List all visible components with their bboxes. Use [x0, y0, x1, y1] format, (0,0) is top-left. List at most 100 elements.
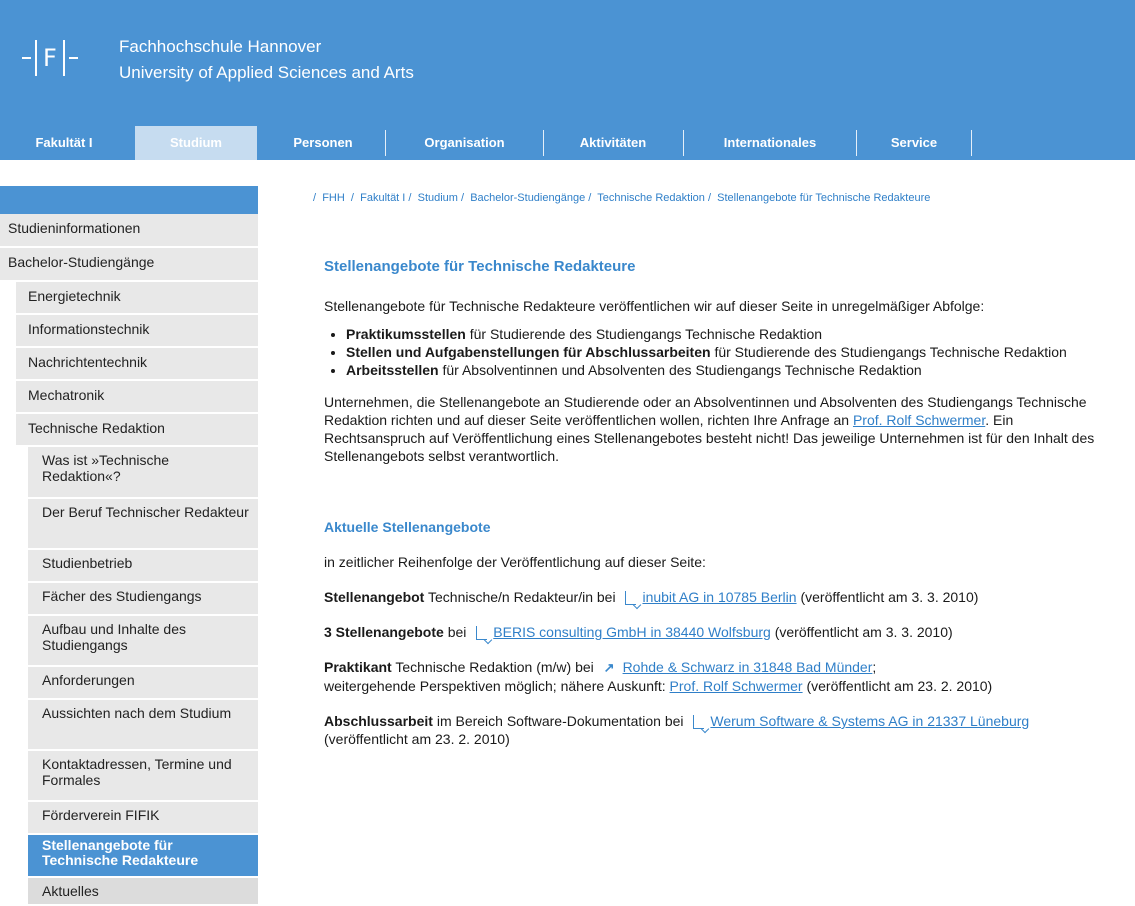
sidebar-item-label: Nachrichtentechnik	[28, 354, 148, 370]
sidebar-item-bachelor[interactable]: Bachelor-Studiengänge	[0, 248, 258, 282]
sidebar-item-label: Aktuelles	[42, 883, 99, 899]
sidebar-item-beruf[interactable]: Der Beruf Technischer Redakteur	[28, 499, 258, 550]
sidebar-item-aktuelles[interactable]: Aktuelles	[28, 878, 258, 906]
offer-extra-text: weitergehende Perspektiven möglich; nähe…	[324, 678, 670, 694]
sidebar-item-label: Technische Redaktion	[28, 420, 165, 436]
nav-tab-personen[interactable]: Personen	[262, 126, 384, 160]
list-item-text: für Studierende des Studiengangs Technis…	[710, 344, 1067, 360]
sidebar-item-foerderverein[interactable]: Förderverein FIFIK	[28, 802, 258, 835]
nav-tab-studium[interactable]: Studium	[135, 126, 257, 160]
breadcrumb-bachelor[interactable]: Bachelor-Studiengänge	[470, 192, 585, 204]
breadcrumb-separator: /	[408, 192, 412, 204]
nav-tab-aktivitaeten[interactable]: Aktivitäten	[544, 126, 682, 160]
offer-item: Abschlussarbeit im Bereich Software-Doku…	[324, 712, 1114, 748]
current-offers-heading: Aktuelle Stellenangebote	[324, 519, 491, 535]
notice-paragraph: Unternehmen, die Stellenangebote an Stud…	[324, 393, 1114, 465]
breadcrumb-fakultaet[interactable]: Fakultät I	[360, 192, 405, 204]
sidebar-item-label: Der Beruf Technischer Redakteur	[42, 504, 249, 520]
breadcrumb-fhh[interactable]: FHH	[322, 192, 345, 204]
sidebar-item-faecher[interactable]: Fächer des Studiengangs	[28, 583, 258, 616]
sidebar-item-label: Stellenangebote für Technische Redakteur…	[42, 837, 199, 868]
sidebar-item-anforderungen[interactable]: Anforderungen	[28, 667, 258, 700]
list-item: Arbeitsstellen für Absolventinnen und Ab…	[346, 361, 1114, 379]
sidebar-item-studieninformationen[interactable]: Studieninformationen	[0, 214, 258, 248]
main-navigation: Fakultät I Studium Personen Organisation…	[0, 126, 1135, 160]
site-header: F Fachhochschule Hannover University of …	[0, 0, 1135, 160]
sidebar-item-technische-redaktion[interactable]: Technische Redaktion	[16, 414, 258, 447]
offer-text: Technische Redaktion (m/w) bei	[391, 659, 598, 675]
list-item-bold: Arbeitsstellen	[346, 362, 439, 378]
offer-date: (veröffentlicht am 23. 2. 2010)	[802, 678, 993, 694]
sidebar-item-label: Förderverein FIFIK	[42, 807, 160, 823]
nav-tab-service[interactable]: Service	[857, 126, 971, 160]
sidebar-item-nachrichtentechnik[interactable]: Nachrichtentechnik	[16, 348, 258, 381]
sidebar-item-label: Mechatronik	[28, 387, 105, 403]
nav-tab-fakultaet[interactable]: Fakultät I	[0, 126, 128, 160]
sidebar-item-studienbetrieb[interactable]: Studienbetrieb	[28, 550, 258, 583]
sidebar-item-stellenangebote[interactable]: Stellenangebote für Technische Redakteur…	[28, 835, 258, 878]
sidebar-item-energietechnik[interactable]: Energietechnik	[16, 282, 258, 315]
breadcrumb-separator: /	[707, 192, 711, 204]
contact-link[interactable]: Prof. Rolf Schwermer	[853, 412, 985, 428]
offer-link[interactable]: inubit AG in 10785 Berlin	[642, 589, 796, 605]
sidebar-item-informationstechnik[interactable]: Informationstechnik	[16, 315, 258, 348]
offer-text: bei	[443, 624, 471, 640]
breadcrumb-separator: /	[588, 192, 592, 204]
offer-link[interactable]: Rohde & Schwarz in 31848 Bad Münder	[623, 659, 873, 675]
sidebar-item-label: Bachelor-Studiengänge	[8, 254, 155, 270]
breadcrumb-separator: /	[461, 192, 465, 204]
sidebar-item-mechatronik[interactable]: Mechatronik	[16, 381, 258, 414]
sidebar-item-label: Energietechnik	[28, 288, 121, 304]
list-item-bold: Praktikumsstellen	[346, 326, 466, 342]
breadcrumb-studium[interactable]: Studium	[418, 192, 458, 204]
offer-date: (veröffentlicht am 23. 2. 2010)	[324, 731, 510, 747]
offer-type: Stellenangebot	[324, 589, 425, 605]
list-item-text: für Studierende des Studiengangs Technis…	[465, 326, 823, 342]
breadcrumb-technische-redaktion[interactable]: Technische Redaktion	[597, 192, 705, 204]
breadcrumb-current[interactable]: Stellenangebote für Technische Redakteur…	[717, 192, 930, 204]
offer-link[interactable]: BERIS consulting GmbH in 38440 Wolfsburg	[493, 624, 771, 640]
offer-date: (veröffentlicht am 3. 3. 2010)	[796, 589, 979, 605]
offer-item: Stellenangebot Technische/n Redakteur/in…	[324, 588, 1114, 606]
sidebar-item-aufbau[interactable]: Aufbau und Inhalte des Studiengangs	[28, 616, 258, 667]
document-icon	[693, 715, 705, 729]
sidebar-item-label: Studieninformationen	[8, 220, 141, 236]
nav-tab-organisation[interactable]: Organisation	[386, 126, 543, 160]
main-content: Stellenangebote für Technische Redakteur…	[324, 258, 1114, 748]
sidebar-item-label: Aussichten nach dem Studium	[42, 705, 232, 721]
logo-letter: F	[43, 44, 57, 72]
offer-types-list: Praktikumsstellen für Studierende des St…	[324, 325, 1114, 379]
list-item: Praktikumsstellen für Studierende des St…	[346, 325, 1114, 343]
list-item-text: für Absolventinnen und Absolventen des S…	[438, 362, 922, 378]
sidebar-item-label: Aufbau und Inhalte des Studiengangs	[42, 621, 187, 653]
logo-dash-left	[22, 57, 31, 59]
fhh-logo[interactable]: F	[22, 40, 78, 76]
sidebar-item-label: Was ist »Technische Redaktion«?	[42, 452, 170, 484]
offer-type: Praktikant	[324, 659, 392, 675]
offer-link[interactable]: Werum Software & Systems AG in 21337 Lün…	[710, 713, 1029, 729]
nav-tab-internationales[interactable]: Internationales	[684, 126, 856, 160]
current-offers-intro: in zeitlicher Reihenfolge der Veröffentl…	[324, 554, 706, 570]
logo-bar-right	[62, 40, 65, 76]
sidebar-item-aussichten[interactable]: Aussichten nach dem Studium	[28, 700, 258, 751]
external-link-icon: ↗	[603, 660, 615, 675]
sidebar-item-label: Kontaktadressen, Termine und Formales	[42, 756, 232, 788]
offer-date: (veröffentlicht am 3. 3. 2010)	[770, 624, 953, 640]
list-item-bold: Stellen und Aufgabenstellungen für Absch…	[346, 344, 711, 360]
document-icon	[625, 591, 637, 605]
intro-paragraph: Stellenangebote für Technische Redakteur…	[324, 298, 985, 314]
breadcrumb-separator: /	[350, 192, 354, 204]
offer-type: Abschlussarbeit	[324, 713, 433, 729]
nav-separator	[971, 130, 972, 156]
page-title: Stellenangebote für Technische Redakteur…	[324, 258, 636, 275]
contact-link[interactable]: Prof. Rolf Schwermer	[670, 678, 803, 694]
sidebar-header-bar	[0, 186, 258, 214]
sidebar-item-was-ist[interactable]: Was ist »Technische Redaktion«?	[28, 447, 258, 499]
breadcrumb-separator: /	[313, 192, 317, 204]
offer-type: 3 Stellenangebote	[324, 624, 444, 640]
offer-item: 3 Stellenangebote bei BERIS consulting G…	[324, 623, 1114, 641]
offer-text: Technische/n Redakteur/in bei	[424, 589, 620, 605]
list-item: Stellen und Aufgabenstellungen für Absch…	[346, 343, 1114, 361]
sidebar-item-kontakt[interactable]: Kontaktadressen, Termine und Formales	[28, 751, 258, 802]
university-name: Fachhochschule Hannover	[119, 37, 322, 56]
